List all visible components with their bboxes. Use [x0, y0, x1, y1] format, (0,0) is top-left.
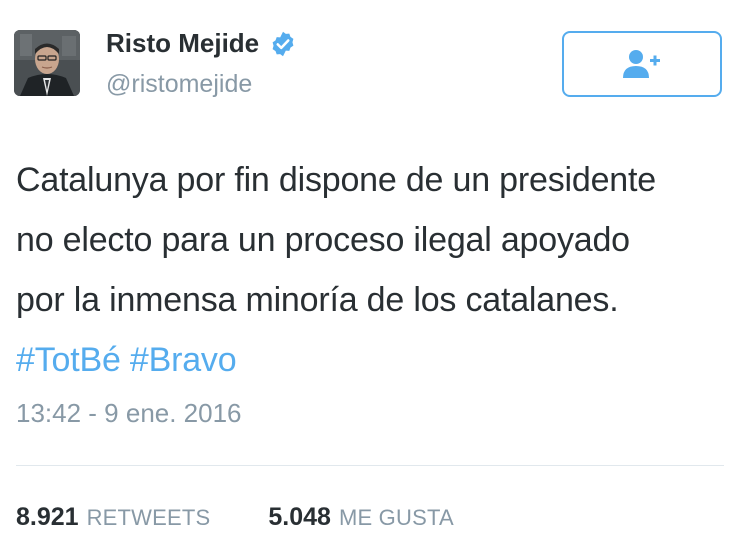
retweets-stat[interactable]: 8.921 RETWEETS [16, 503, 210, 532]
tweet-text: Catalunya por fin dispone de un presiden… [16, 150, 731, 390]
follow-button[interactable] [562, 31, 722, 97]
retweets-count: 8.921 [16, 503, 79, 531]
tweet-text-line: Catalunya por fin dispone de un presiden… [16, 161, 656, 199]
tweet-timestamp[interactable]: 13:42 - 9 ene. 2016 [16, 398, 242, 429]
tweet-stats: 8.921 RETWEETS 5.048 ME GUSTA [16, 503, 512, 532]
add-user-icon [623, 50, 660, 78]
profile-photo-icon [14, 30, 80, 96]
author-display-name[interactable]: Risto Mejide [106, 28, 297, 59]
divider [16, 465, 724, 466]
verified-badge-icon [269, 30, 297, 58]
author-handle[interactable]: @ristomejide [106, 70, 252, 99]
hashtag-link[interactable]: #TotBé [16, 341, 121, 379]
retweets-label: RETWEETS [86, 505, 211, 530]
tweet-text-line: por la inmensa minoría de los catalanes. [16, 281, 619, 319]
likes-count: 5.048 [268, 503, 331, 531]
hashtags-line: #TotBé #Bravo [16, 330, 731, 390]
likes-label: ME GUSTA [338, 505, 454, 530]
author-name-text: Risto Mejide [106, 28, 260, 58]
tweet-text-line: no electo para un proceso ilegal apoyado [16, 221, 630, 259]
likes-stat[interactable]: 5.048 ME GUSTA [268, 503, 453, 532]
avatar[interactable] [14, 30, 80, 96]
hashtag-link[interactable]: #Bravo [130, 341, 237, 379]
